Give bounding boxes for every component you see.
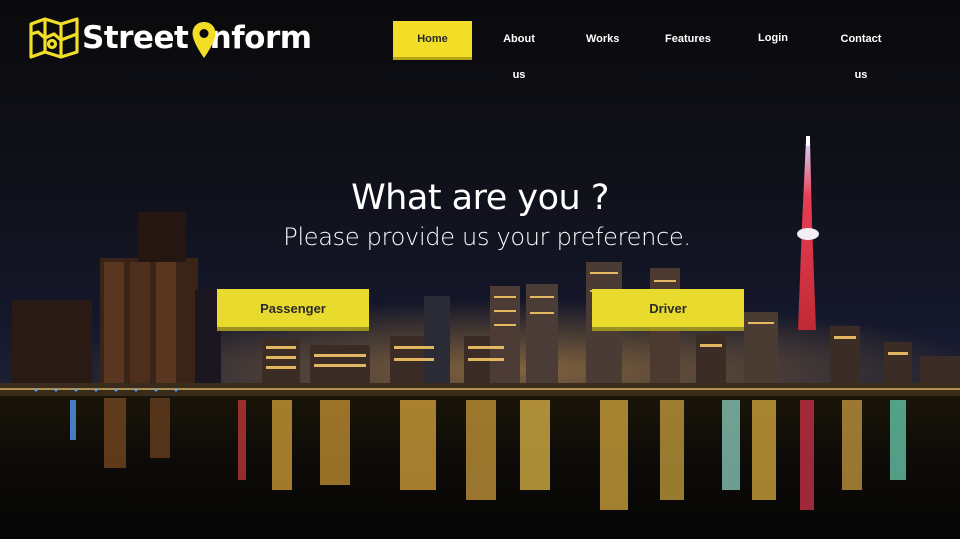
nav-works-link[interactable]: Works bbox=[586, 21, 619, 57]
nav-login-link[interactable]: Login bbox=[758, 20, 788, 56]
brand-logo[interactable]: Street Inform bbox=[28, 10, 312, 66]
site-header: Street Inform Home About us Works Featur… bbox=[0, 0, 960, 81]
passenger-button[interactable]: Passenger bbox=[217, 289, 369, 327]
driver-button[interactable]: Driver bbox=[592, 289, 744, 327]
location-pin-icon bbox=[192, 22, 216, 58]
map-icon bbox=[29, 17, 79, 59]
nav-home-link[interactable]: Home bbox=[393, 21, 472, 57]
city-skyline-background bbox=[0, 0, 960, 539]
nav-about-link[interactable]: About us bbox=[497, 21, 541, 81]
nav-contact-link[interactable]: Contact us bbox=[833, 21, 889, 81]
main-nav: Home About us Works Features Login Conta… bbox=[393, 20, 889, 81]
hero-subtitle: Please provide us your preference. bbox=[283, 223, 691, 251]
hero-title: What are you ? bbox=[351, 178, 609, 218]
nav-features-link[interactable]: Features bbox=[665, 21, 711, 57]
